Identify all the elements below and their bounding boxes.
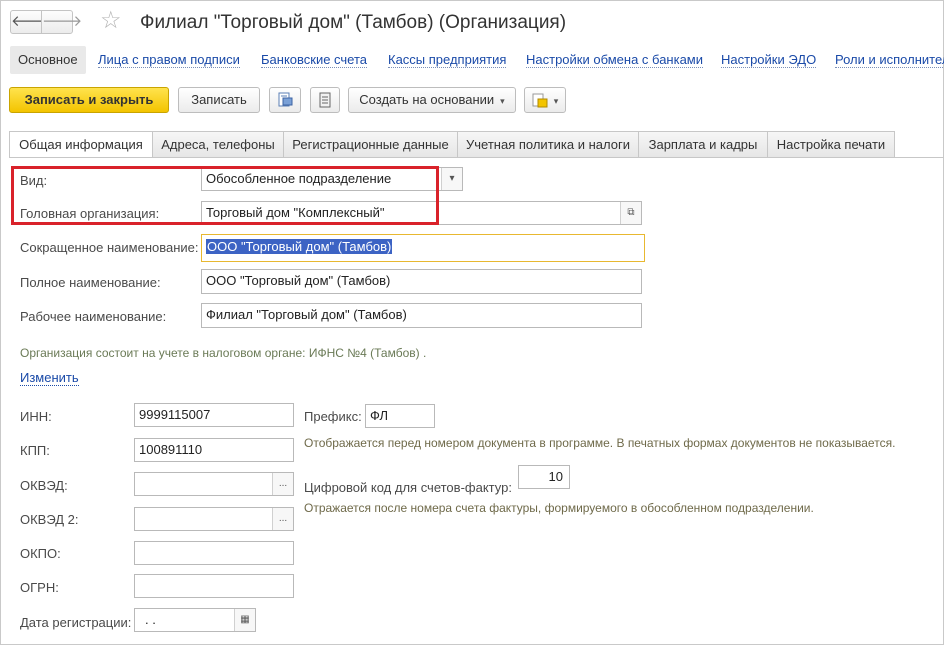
favorite-star-icon[interactable]: ☆ <box>100 8 122 34</box>
change-tax-office-link[interactable]: Изменить <box>20 370 79 386</box>
ogrn-label: ОГРН: <box>20 580 59 595</box>
prefix-input[interactable]: ФЛ <box>365 404 435 428</box>
save-and-close-button[interactable]: Записать и закрыть <box>9 87 169 113</box>
okved2-label: ОКВЭД 2: <box>20 512 79 527</box>
report-folder-icon <box>532 93 548 108</box>
prefix-hint: Отображается перед номером документа в п… <box>304 436 896 450</box>
chevron-down-icon: ▾ <box>553 96 559 106</box>
okved2-input[interactable]: ... <box>134 507 294 531</box>
section-edo-settings[interactable]: Настройки ЭДО <box>721 46 817 74</box>
chevron-down-icon: ▾ <box>500 96 505 106</box>
back-button[interactable]: 🡐 <box>10 10 51 34</box>
prefix-label: Префикс: <box>304 409 362 424</box>
section-main[interactable]: Основное <box>10 46 86 74</box>
full-name-label: Полное наименование: <box>20 275 161 290</box>
tab-accounting-policy[interactable]: Учетная политика и налоги <box>457 131 639 157</box>
section-cash-desks[interactable]: Кассы предприятия <box>388 46 507 74</box>
open-icon[interactable]: ⧉ <box>620 202 641 224</box>
ogrn-input[interactable] <box>134 574 294 598</box>
tab-divider <box>9 157 944 158</box>
form-sections-bar: Основное Лица с правом подписи Банковски… <box>10 46 944 74</box>
tab-strip: Общая информация Адреса, телефоны Регист… <box>9 131 944 158</box>
inn-input[interactable]: 9999115007 <box>134 403 294 427</box>
invoice-code-input[interactable]: 10 <box>518 465 570 489</box>
okpo-label: ОКПО: <box>20 546 61 561</box>
structure-button[interactable] <box>310 87 340 113</box>
tab-payroll[interactable]: Зарплата и кадры <box>638 131 768 157</box>
tab-registration[interactable]: Регистрационные данные <box>283 131 458 157</box>
work-name-label: Рабочее наименование: <box>20 309 167 324</box>
list-document-icon <box>319 92 331 108</box>
print-doc-button[interactable] <box>269 87 301 113</box>
calendar-icon[interactable]: ▦ <box>234 609 255 631</box>
section-bank-accounts[interactable]: Банковские счета <box>261 46 368 74</box>
ellipsis-icon[interactable]: ... <box>272 508 293 530</box>
kpp-input[interactable]: 100891110 <box>134 438 294 462</box>
tab-addresses[interactable]: Адреса, телефоны <box>152 131 284 157</box>
inn-label: ИНН: <box>20 409 52 424</box>
create-based-on-button[interactable]: Создать на основании ▾ <box>348 87 516 113</box>
work-name-input[interactable]: Филиал "Торговый дом" (Тамбов) <box>201 303 642 328</box>
highlight-annotation <box>11 166 439 225</box>
chevron-down-icon[interactable]: ▾ <box>441 168 462 190</box>
okved-label: ОКВЭД: <box>20 478 68 493</box>
section-signers[interactable]: Лица с правом подписи <box>98 46 240 74</box>
reg-date-input[interactable]: . . ▦ <box>134 608 256 632</box>
short-name-label: Сокращенное наименование: <box>20 240 199 255</box>
section-roles[interactable]: Роли и исполнители <box>835 46 944 74</box>
full-name-input[interactable]: ООО "Торговый дом" (Тамбов) <box>201 269 642 294</box>
reg-date-label: Дата регистрации: <box>20 615 132 630</box>
tax-office-note: Организация состоит на учете в налоговом… <box>20 346 427 360</box>
short-name-input[interactable]: ООО "Торговый дом" (Тамбов) <box>201 234 645 262</box>
tab-general[interactable]: Общая информация <box>9 131 153 158</box>
okpo-input[interactable] <box>134 541 294 565</box>
section-bank-exchange[interactable]: Настройки обмена с банками <box>526 46 704 74</box>
tab-print-settings[interactable]: Настройка печати <box>767 131 895 157</box>
page-title: Филиал "Торговый дом" (Тамбов) (Организа… <box>140 12 567 33</box>
invoice-code-hint: Отражается после номера счета фактуры, ф… <box>304 501 814 515</box>
ellipsis-icon[interactable]: ... <box>272 473 293 495</box>
reports-menu-button[interactable]: ▾ <box>524 87 566 113</box>
invoice-code-label: Цифровой код для счетов-фактур: <box>304 480 512 495</box>
arrow-right-icon: 🡒 <box>42 13 83 30</box>
document-print-icon <box>278 92 293 107</box>
kpp-label: КПП: <box>20 443 50 458</box>
forward-button[interactable]: 🡒 <box>41 10 82 34</box>
okved-input[interactable]: ... <box>134 472 294 496</box>
save-button[interactable]: Записать <box>178 87 260 113</box>
